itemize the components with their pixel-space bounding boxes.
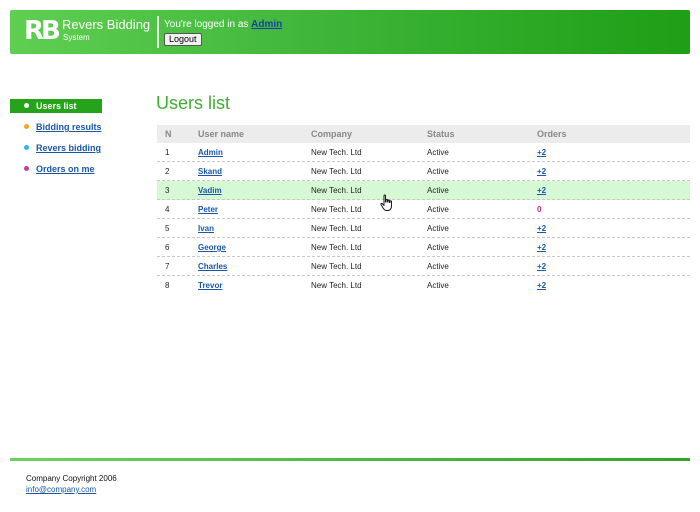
row-number: 4 [165, 205, 170, 214]
copyright-text: Company Copyright 2006 [26, 474, 117, 483]
orders-link[interactable]: +2 [537, 276, 546, 295]
company-cell: New Tech. Ltd [311, 186, 362, 195]
table-row: 8 Trevor New Tech. Ltd Active +2 [157, 276, 690, 295]
sidebar-item-users-list[interactable]: Users list [10, 99, 102, 113]
bullet-icon [24, 166, 29, 171]
table-row: 4 Peter New Tech. Ltd Active 0 [157, 200, 690, 219]
column-header-n: N [165, 129, 172, 139]
logout-button[interactable]: Logout [164, 33, 202, 46]
company-cell: New Tech. Ltd [311, 262, 362, 271]
bullet-icon [24, 145, 29, 150]
users-table: N User name Company Status Orders 1 Admi… [157, 125, 690, 295]
sidebar-item-label: Orders on me [36, 164, 95, 174]
row-number: 7 [165, 262, 170, 271]
sidebar-nav: Users list Bidding results Revers biddin… [10, 99, 102, 183]
column-header-status: Status [427, 129, 455, 139]
status-cell: Active [427, 224, 449, 233]
bullet-icon [24, 124, 29, 129]
user-name-link[interactable]: Ivan [198, 219, 214, 238]
table-row: 7 Charles New Tech. Ltd Active +2 [157, 257, 690, 276]
status-cell: Active [427, 148, 449, 157]
column-header-company: Company [311, 129, 353, 139]
row-number: 6 [165, 243, 170, 252]
status-cell: Active [427, 262, 449, 271]
app-title: Revers Bidding [62, 17, 151, 32]
table-row-highlighted[interactable]: 3 Vadim New Tech. Ltd Active +2 [157, 181, 690, 200]
column-header-user-name: User name [198, 129, 245, 139]
table-row: 2 Skand New Tech. Ltd Active +2 [157, 162, 690, 181]
user-name-link[interactable]: Trevor [198, 276, 222, 295]
row-number: 2 [165, 167, 170, 176]
table-row: 1 Admin New Tech. Ltd Active +2 [157, 143, 690, 162]
page-title: Users list [156, 93, 231, 113]
company-cell: New Tech. Ltd [311, 281, 362, 290]
sidebar-item-label: Revers bidding [36, 143, 102, 153]
status-cell: Active [427, 167, 449, 176]
logo-mark: RB [24, 16, 61, 46]
header-banner: RB Revers Bidding System You're logged i… [10, 10, 690, 54]
user-name-link[interactable]: Peter [198, 200, 218, 219]
sidebar-item-orders-on-me[interactable]: Orders on me [10, 162, 102, 176]
table-row: 5 Ivan New Tech. Ltd Active +2 [157, 219, 690, 238]
status-cell: Active [427, 205, 449, 214]
company-cell: New Tech. Ltd [311, 205, 362, 214]
user-name-link[interactable]: Charles [198, 257, 227, 276]
app-subtitle: System [63, 33, 90, 42]
hand-cursor-icon [380, 194, 392, 211]
sidebar-item-label: Bidding results [36, 122, 102, 132]
orders-count: 0 [537, 205, 542, 214]
column-header-orders: Orders [537, 129, 567, 139]
company-cell: New Tech. Ltd [311, 148, 362, 157]
logged-in-user-link[interactable]: Admin [251, 19, 282, 30]
orders-link[interactable]: +2 [537, 238, 546, 257]
bullet-icon [24, 103, 29, 108]
footer-divider [10, 458, 690, 461]
status-cell: Active [427, 186, 449, 195]
user-name-link[interactable]: Vadim [198, 181, 222, 200]
orders-link[interactable]: +2 [537, 181, 546, 200]
header-divider [157, 16, 159, 48]
sidebar-item-bidding-results[interactable]: Bidding results [10, 120, 102, 134]
row-number: 3 [165, 186, 170, 195]
status-cell: Active [427, 243, 449, 252]
row-number: 1 [165, 148, 170, 157]
company-cell: New Tech. Ltd [311, 167, 362, 176]
logged-in-text: You're logged in as [164, 19, 249, 30]
login-info: You're logged in as Admin [164, 19, 282, 31]
contact-email-link[interactable]: info@company.com [26, 485, 96, 495]
orders-link[interactable]: +2 [537, 143, 546, 162]
orders-link[interactable]: +2 [537, 162, 546, 181]
sidebar-item-revers-bidding[interactable]: Revers bidding [10, 141, 102, 155]
table-header: N User name Company Status Orders [157, 125, 690, 143]
user-name-link[interactable]: Skand [198, 162, 222, 181]
user-name-link[interactable]: Admin [198, 143, 223, 162]
sidebar-item-label: Users list [36, 101, 77, 111]
company-cell: New Tech. Ltd [311, 243, 362, 252]
user-name-link[interactable]: George [198, 238, 226, 257]
status-cell: Active [427, 281, 449, 290]
orders-link[interactable]: +2 [537, 219, 546, 238]
orders-link[interactable]: +2 [537, 257, 546, 276]
table-row: 6 George New Tech. Ltd Active +2 [157, 238, 690, 257]
row-number: 5 [165, 224, 170, 233]
row-number: 8 [165, 281, 170, 290]
company-cell: New Tech. Ltd [311, 224, 362, 233]
